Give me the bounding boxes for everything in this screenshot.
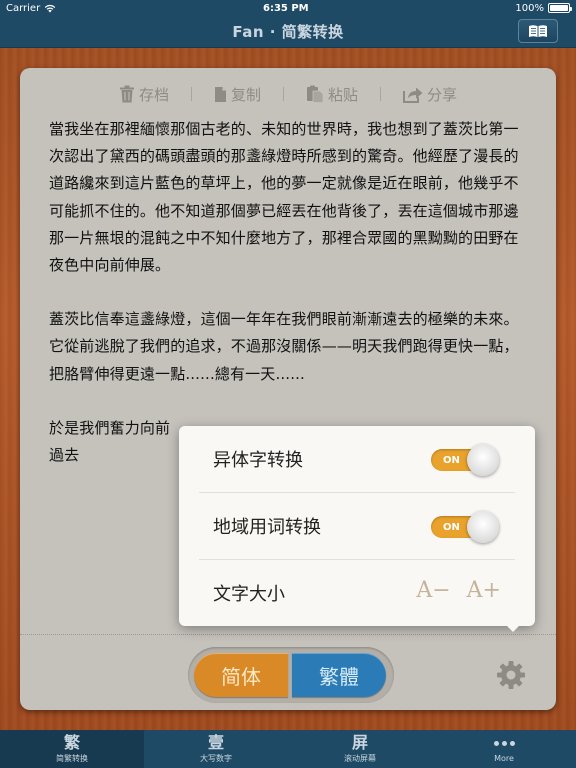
regional-terms-row: 地域用词转换 ON bbox=[179, 493, 535, 559]
paragraph: 蓋茨比信奉這盞綠燈，這個一年年在我們眼前漸漸遠去的極樂的未來。它從前逃脫了我們的… bbox=[49, 310, 519, 383]
increase-font-button[interactable]: A+ bbox=[467, 578, 501, 603]
status-right: 100% bbox=[515, 2, 572, 14]
tab-label: 大写数字 bbox=[200, 754, 232, 763]
document-icon bbox=[214, 86, 226, 102]
font-size-control: A− A+ bbox=[416, 578, 501, 603]
dotted-divider bbox=[20, 634, 556, 635]
more-dots-icon bbox=[493, 734, 515, 752]
toggle-state: ON bbox=[443, 521, 460, 533]
status-bar: Carrier 6:35 PM 100% bbox=[0, 0, 576, 16]
paste-button[interactable]: 粘贴 bbox=[284, 84, 380, 105]
font-size-label: 文字大小 bbox=[213, 584, 285, 605]
gear-icon[interactable] bbox=[496, 660, 526, 690]
toolbar: 存档 复制 粘贴 分享 bbox=[20, 80, 556, 108]
toggle-knob[interactable] bbox=[467, 444, 499, 476]
regional-terms-toggle[interactable]: ON bbox=[431, 511, 501, 543]
variant-conversion-label: 异体字转换 bbox=[213, 450, 303, 471]
traditional-button[interactable]: 繁體 bbox=[292, 653, 386, 697]
book-button[interactable] bbox=[518, 19, 558, 43]
toggle-knob[interactable] bbox=[467, 511, 499, 543]
tab-label: More bbox=[494, 754, 514, 763]
regional-terms-label: 地域用词转换 bbox=[213, 517, 321, 538]
tab-uppercase-numbers[interactable]: 壹 大写数字 bbox=[144, 730, 288, 768]
carrier-label: Carrier bbox=[6, 2, 41, 14]
wifi-icon bbox=[45, 4, 56, 12]
clipboard-icon bbox=[307, 85, 324, 103]
clock: 6:35 PM bbox=[262, 2, 309, 14]
book-icon bbox=[529, 25, 547, 37]
tab-glyph: 壹 bbox=[207, 733, 224, 752]
font-size-row: 文字大小 A− A+ bbox=[179, 560, 535, 626]
tab-conversion[interactable]: 繁 简繁转换 bbox=[0, 730, 144, 768]
tab-label: 滚动屏幕 bbox=[344, 754, 376, 763]
decrease-font-button[interactable]: A− bbox=[416, 578, 450, 603]
tab-glyph: 繁 bbox=[63, 733, 80, 752]
trash-icon bbox=[119, 85, 134, 103]
copy-button[interactable]: 复制 bbox=[192, 84, 283, 105]
share-button[interactable]: 分享 bbox=[381, 84, 479, 105]
share-label: 分享 bbox=[427, 85, 458, 104]
archive-label: 存档 bbox=[138, 85, 169, 104]
variant-conversion-toggle[interactable]: ON bbox=[431, 444, 501, 476]
nav-title: Fan · 简繁转换 bbox=[232, 23, 344, 41]
toggle-state: ON bbox=[443, 454, 460, 466]
copy-label: 复制 bbox=[230, 85, 261, 104]
tab-label: 简繁转换 bbox=[56, 754, 88, 763]
share-icon bbox=[403, 87, 423, 103]
paste-label: 粘贴 bbox=[328, 85, 359, 104]
variant-conversion-row: 异体字转换 ON bbox=[179, 426, 535, 492]
conversion-segmented-control: 简体 繁體 bbox=[188, 647, 394, 703]
tab-scroll-screen[interactable]: 屏 滚动屏幕 bbox=[288, 730, 432, 768]
battery-icon bbox=[548, 3, 572, 13]
status-left: Carrier bbox=[6, 3, 56, 14]
archive-button[interactable]: 存档 bbox=[97, 84, 191, 105]
text-editor[interactable]: 當我坐在那裡緬懷那個古老的、未知的世界時，我也想到了蓋茨比第一次認出了黛西的碼頭… bbox=[49, 116, 529, 469]
tab-glyph: 屏 bbox=[351, 733, 368, 752]
tab-more[interactable]: More bbox=[432, 730, 576, 768]
nav-bar: Fan · 简繁转换 bbox=[0, 16, 576, 48]
simplified-button[interactable]: 简体 bbox=[194, 653, 288, 697]
battery-fill bbox=[550, 5, 568, 11]
paragraph: 當我坐在那裡緬懷那個古老的、未知的世界時，我也想到了蓋茨比第一次認出了黛西的碼頭… bbox=[49, 120, 519, 275]
battery-percent: 100% bbox=[515, 2, 544, 14]
settings-popover: 异体字转换 ON 地域用词转换 ON 文字大小 A− A+ bbox=[179, 426, 535, 632]
tab-bar: 繁 简繁转换 壹 大写数字 屏 滚动屏幕 More bbox=[0, 730, 576, 768]
